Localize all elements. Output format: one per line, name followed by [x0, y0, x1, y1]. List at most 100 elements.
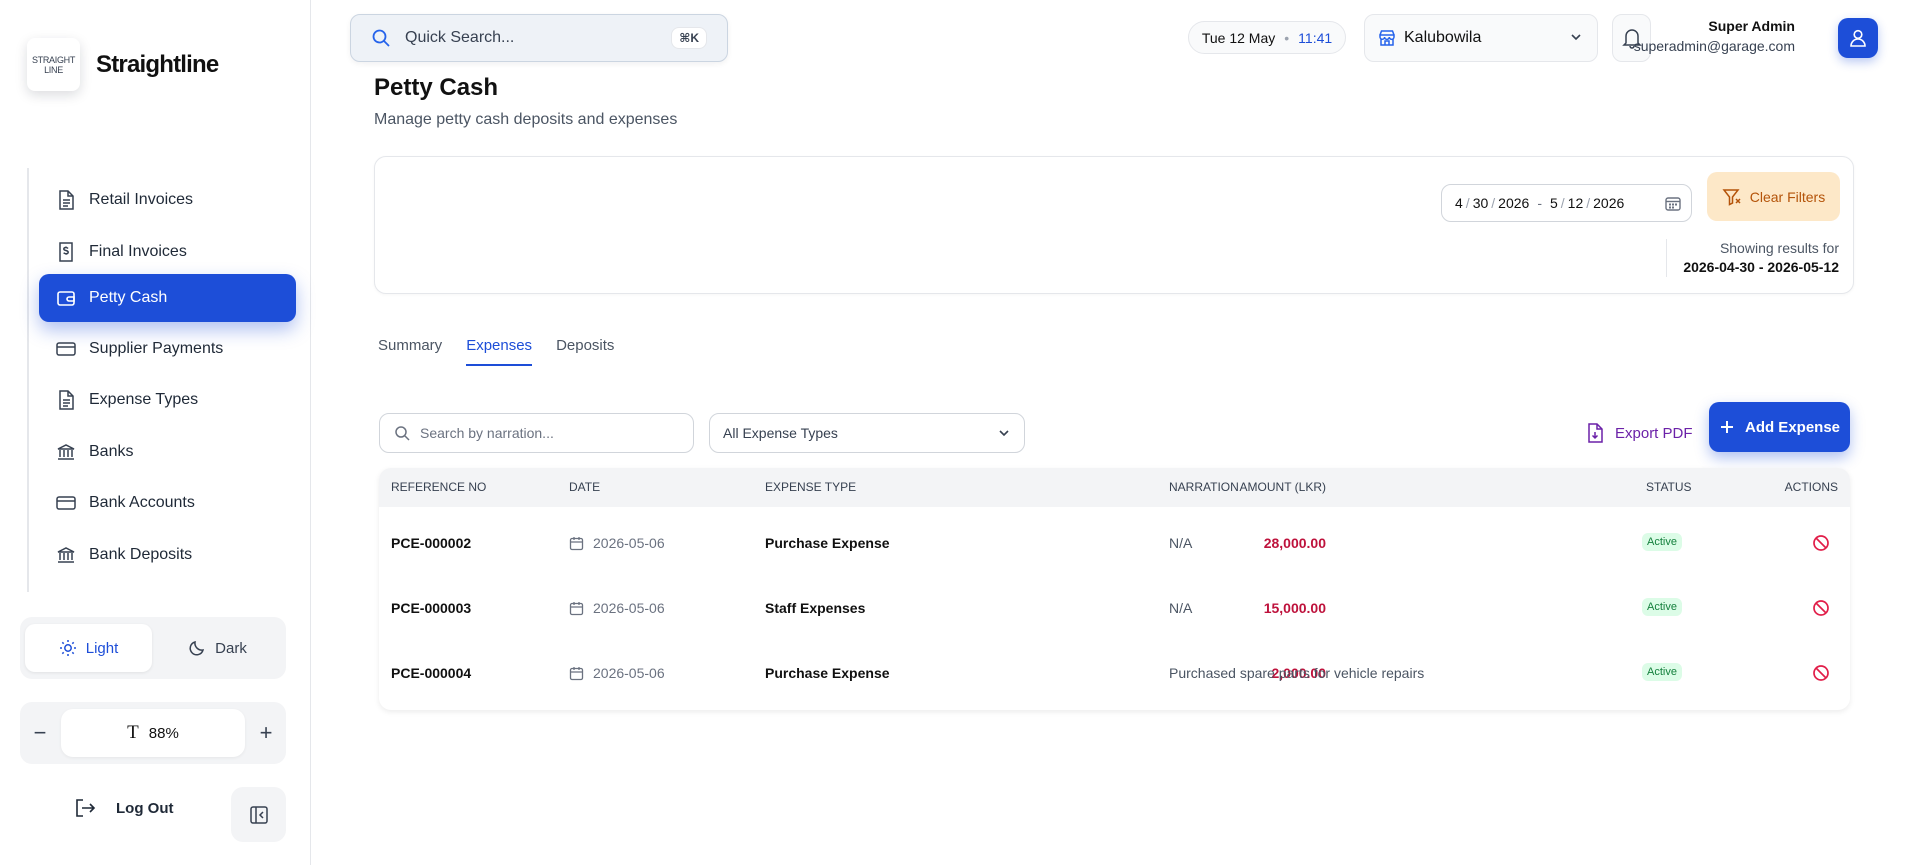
- showing-results: Showing results for 2026-04-30 - 2026-05…: [1666, 239, 1839, 277]
- tab-summary[interactable]: Summary: [378, 337, 442, 366]
- logout-button[interactable]: Log Out: [74, 798, 173, 818]
- user-name: Super Admin: [1708, 18, 1795, 34]
- table-row[interactable]: PCE-000003 2026-05-06 Staff Expenses 15,…: [379, 578, 1850, 643]
- file-download-icon: [1588, 423, 1603, 443]
- zoom-reset-button[interactable]: T 88%: [61, 709, 245, 757]
- cell-reference: PCE-000002: [391, 535, 472, 551]
- export-pdf-button[interactable]: Export PDF: [1586, 413, 1693, 453]
- user-info[interactable]: Super Admin superadmin@garage.com: [1634, 16, 1795, 56]
- table-row[interactable]: PCE-000004 2026-05-06 Purchase Expense 2…: [379, 643, 1850, 708]
- wallet-icon: [56, 288, 76, 308]
- cell-expense-type: Purchase Expense: [765, 535, 890, 551]
- sidebar-item-banks[interactable]: Banks: [39, 428, 296, 476]
- zoom-in-button[interactable]: +: [246, 702, 286, 764]
- status-badge: Active: [1642, 663, 1682, 681]
- chevron-down-icon: [999, 430, 1009, 437]
- expense-type-select[interactable]: All Expense Types: [709, 413, 1025, 453]
- sidebar-item-label: Retail Invoices: [89, 191, 194, 208]
- tab-deposits[interactable]: Deposits: [556, 337, 614, 366]
- tab-expenses[interactable]: Expenses: [466, 337, 532, 366]
- sidebar-item-bank-accounts[interactable]: Bank Accounts: [39, 479, 296, 527]
- clear-filters-label: Clear Filters: [1749, 188, 1826, 205]
- sidebar-item-retail-invoices[interactable]: Retail Invoices: [39, 176, 296, 224]
- sidebar-item-label: Banks: [89, 443, 134, 460]
- calendar-icon[interactable]: [1665, 195, 1681, 211]
- brand[interactable]: STRAIGHT LINE Straightline: [27, 38, 219, 91]
- cell-reference: PCE-000004: [391, 665, 472, 681]
- sidebar-item-label: Bank Deposits: [89, 546, 193, 563]
- column-header-amount[interactable]: AMOUNT (LKR): [1240, 480, 1326, 494]
- status-badge: Active: [1642, 533, 1682, 551]
- zoom-out-button[interactable]: −: [20, 702, 60, 764]
- cancel-expense-button[interactable]: [1812, 599, 1830, 620]
- search-icon: [395, 426, 410, 441]
- ban-icon: [1813, 665, 1829, 681]
- sidebar-item-label: Bank Accounts: [89, 494, 195, 511]
- theme-light-button[interactable]: Light: [25, 624, 152, 672]
- from-year[interactable]: 2026: [1498, 195, 1529, 211]
- cell-date-value: 2026-05-06: [593, 535, 665, 551]
- column-header-actions: ACTIONS: [1784, 480, 1838, 494]
- credit-card-icon: [56, 339, 76, 359]
- narration-search-placeholder: Search by narration...: [420, 425, 554, 441]
- sidebar-item-final-invoices[interactable]: Final Invoices: [39, 228, 296, 276]
- from-day[interactable]: 30: [1473, 195, 1489, 211]
- sidebar-item-label: Final Invoices: [89, 243, 187, 260]
- user-icon: [1850, 29, 1866, 47]
- add-expense-label: Add Expense: [1744, 418, 1841, 436]
- sidebar-item-supplier-payments[interactable]: Supplier Payments: [39, 325, 296, 373]
- add-expense-button[interactable]: Add Expense: [1709, 402, 1850, 452]
- branch-select[interactable]: Kalubowila: [1364, 14, 1598, 62]
- to-day[interactable]: 12: [1568, 195, 1584, 211]
- cell-narration: N/A: [1169, 600, 1193, 616]
- cell-expense-type: Purchase Expense: [765, 665, 890, 681]
- column-header-status[interactable]: STATUS: [1646, 480, 1692, 494]
- ban-icon: [1813, 535, 1829, 551]
- column-header-date[interactable]: DATE: [569, 480, 600, 494]
- text-size-icon: T: [127, 722, 139, 743]
- cancel-expense-button[interactable]: [1812, 534, 1830, 555]
- filter-clear-icon: [1722, 188, 1741, 206]
- sun-icon: [59, 640, 76, 656]
- expense-type-value: All Expense Types: [723, 425, 838, 441]
- from-month[interactable]: 4: [1455, 195, 1463, 211]
- chevron-down-icon: [1571, 34, 1581, 41]
- font-zoom-control: − T 88% +: [20, 702, 286, 764]
- column-header-narration[interactable]: NARRATION: [1169, 480, 1239, 494]
- page-subtitle: Manage petty cash deposits and expenses: [374, 111, 678, 128]
- brand-name: Straightline: [96, 50, 219, 78]
- collapse-sidebar-button[interactable]: [231, 787, 286, 842]
- tabs: Summary Expenses Deposits: [378, 337, 638, 366]
- logo-line-2: LINE: [44, 64, 63, 75]
- cell-date-value: 2026-05-06: [593, 600, 665, 616]
- to-year[interactable]: 2026: [1593, 195, 1624, 211]
- avatar[interactable]: [1838, 18, 1878, 58]
- calendar-icon: [569, 601, 584, 615]
- date-range-picker[interactable]: 4/ 30/ 2026 - 5/ 12/ 2026: [1441, 184, 1692, 222]
- search-icon: [372, 29, 390, 47]
- sidebar-item-petty-cash[interactable]: Petty Cash: [39, 274, 296, 322]
- to-month[interactable]: 5: [1550, 195, 1558, 211]
- theme-dark-button[interactable]: Dark: [154, 624, 281, 672]
- column-header-reference[interactable]: REFERENCE NO: [391, 480, 486, 494]
- sidebar-nav: Retail Invoices Final Invoices Petty Cas…: [27, 168, 297, 592]
- column-header-expense-type[interactable]: EXPENSE TYPE: [765, 480, 856, 494]
- narration-search-input[interactable]: Search by narration...: [379, 413, 694, 453]
- credit-card-icon: [56, 493, 76, 513]
- sidebar-item-bank-deposits[interactable]: Bank Deposits: [39, 531, 296, 579]
- current-date: Tue 12 May: [1201, 29, 1276, 46]
- page-title: Petty Cash: [374, 74, 499, 101]
- cancel-expense-button[interactable]: [1812, 664, 1830, 685]
- quick-search-placeholder: Quick Search...: [405, 29, 515, 46]
- quick-search[interactable]: Quick Search... ⌘K: [350, 14, 728, 62]
- table-row[interactable]: PCE-000002 2026-05-06 Purchase Expense 2…: [379, 513, 1850, 578]
- calendar-icon: [569, 666, 584, 680]
- date-time-pill: Tue 12 May • 11:41: [1188, 21, 1346, 54]
- status-badge: Active: [1642, 598, 1682, 616]
- branch-name: Kalubowila: [1404, 29, 1482, 46]
- sidebar-item-label: Petty Cash: [89, 289, 168, 306]
- sidebar-item-expense-types[interactable]: Expense Types: [39, 376, 296, 424]
- clear-filters-button[interactable]: Clear Filters: [1707, 172, 1840, 221]
- cell-date: 2026-05-06: [569, 600, 665, 616]
- export-pdf-label: Export PDF: [1615, 424, 1693, 442]
